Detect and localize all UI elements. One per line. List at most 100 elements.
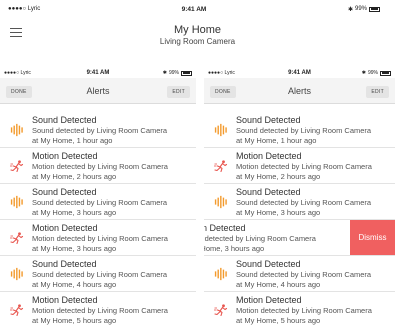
alert-description: Sound detected by Living Room Camera xyxy=(32,198,168,207)
running-person-icon xyxy=(214,160,228,172)
page-title: My Home xyxy=(173,24,222,36)
alerts-navbar: DONE Alerts EDIT xyxy=(204,78,395,104)
alert-title: Motion Detected xyxy=(32,151,98,161)
alert-row[interactable]: Motion DetectedMotion detected by Living… xyxy=(204,148,395,184)
alert-content[interactable]: Sound Detected Sound detected by Living R… xyxy=(0,184,196,219)
battery-percent: 99% xyxy=(354,6,367,12)
running-person-icon xyxy=(10,304,24,316)
alert-content[interactable]: Motion DetectedMotion detected by Living… xyxy=(204,220,339,255)
sound-wave-icon xyxy=(10,195,24,209)
alert-description: Motion detected by Living Room Camera xyxy=(236,306,372,315)
app-header: My Home Living Room Camera xyxy=(0,16,395,56)
status-bar: ●●●●○ Lyric 9:41 AM ✱ 99% xyxy=(208,69,391,77)
alert-description: Sound detected by Living Room Camera xyxy=(32,126,168,135)
alert-row[interactable]: Sound Detected Sound detected by Living R… xyxy=(0,112,196,148)
sound-wave-icon xyxy=(214,123,228,137)
dismiss-button[interactable]: Dismiss xyxy=(350,220,395,255)
running-person-icon xyxy=(10,160,24,172)
edit-button[interactable]: EDIT xyxy=(366,86,389,98)
running-person-icon xyxy=(214,304,228,316)
alert-row[interactable]: Motion DetectedMotion detected by Living… xyxy=(204,292,395,327)
battery-icon xyxy=(369,6,380,12)
alert-content[interactable]: Motion DetectedMotion detected by Living… xyxy=(0,220,196,255)
alert-title: Motion Detected xyxy=(204,223,246,233)
status-bar: ●●●●○ Lyric 9:41 AM ✱ 99% xyxy=(8,4,380,14)
alert-text: Sound Detected Sound detected by Living R… xyxy=(236,187,393,217)
alert-description: Motion detected by Living Room Camera xyxy=(32,234,168,243)
alerts-navbar: DONE Alerts EDIT xyxy=(0,78,196,104)
alert-content[interactable]: Motion DetectedMotion detected by Living… xyxy=(0,148,196,183)
alert-content[interactable]: Motion DetectedMotion detected by Living… xyxy=(0,292,196,327)
bluetooth-icon: ✱ xyxy=(361,70,366,76)
alert-text: Sound Detected Sound detected by Living R… xyxy=(32,187,194,217)
alert-content[interactable]: Sound Detected Sound detected by Living R… xyxy=(0,112,196,147)
clock: 9:41 AM xyxy=(181,5,207,13)
alert-text: Motion DetectedMotion detected by Living… xyxy=(32,151,194,181)
alert-title: Sound Detected xyxy=(32,259,97,269)
status-bar: ●●●●○ Lyric 9:41 AM ✱ 99% xyxy=(4,69,192,77)
alert-row[interactable]: Motion DetectedMotion detected by Living… xyxy=(0,148,196,184)
bluetooth-icon: ✱ xyxy=(162,70,167,76)
alert-time: at My Home, 4 hours ago xyxy=(236,279,321,289)
alert-time: at My Home, 4 hours ago xyxy=(32,279,117,289)
alert-description: Sound detected by Living Room Camera xyxy=(236,198,372,207)
alert-content[interactable]: Sound Detected Sound detected by Living R… xyxy=(204,256,395,291)
page-subtitle: Living Room Camera xyxy=(159,37,236,46)
alert-row[interactable]: Motion DetectedMotion detected by Living… xyxy=(0,292,196,327)
alert-title: Sound Detected xyxy=(32,115,97,125)
alert-row[interactable]: Sound Detected Sound detected by Living R… xyxy=(204,112,395,148)
alert-row[interactable]: Sound Detected Sound detected by Living R… xyxy=(0,256,196,292)
alert-row[interactable]: Sound Detected Sound detected by Living R… xyxy=(204,184,395,220)
alert-time: at My Home, 3 hours ago xyxy=(204,243,265,253)
alert-text: Motion DetectedMotion detected by Living… xyxy=(32,223,194,253)
alerts-screen-left: ●●●●○ Lyric 9:41 AM ✱ 99% DONE Alerts ED… xyxy=(0,66,196,327)
alert-row[interactable]: Motion DetectedMotion detected by Living… xyxy=(204,220,395,256)
alert-list: Sound Detected Sound detected by Living R… xyxy=(204,112,395,327)
alert-time: at My Home, 1 hour ago xyxy=(236,135,317,145)
alert-title: Motion Detected xyxy=(32,295,98,305)
battery-percent: 99% xyxy=(367,70,378,76)
alert-content[interactable]: Motion DetectedMotion detected by Living… xyxy=(204,292,395,327)
alert-title: Motion Detected xyxy=(236,295,302,305)
alerts-screen-right: ●●●●○ Lyric 9:41 AM ✱ 99% DONE Alerts ED… xyxy=(204,66,395,327)
alert-title: Sound Detected xyxy=(236,187,301,197)
alert-title: Sound Detected xyxy=(32,187,97,197)
alert-time: at My Home, 3 hours ago xyxy=(32,207,117,217)
alert-row[interactable]: Sound Detected Sound detected by Living R… xyxy=(0,184,196,220)
alert-title: Sound Detected xyxy=(236,259,301,269)
alert-content[interactable]: Sound Detected Sound detected by Living R… xyxy=(204,112,395,147)
alert-text: Motion DetectedMotion detected by Living… xyxy=(32,295,194,325)
alert-description: Sound detected by Living Room Camera xyxy=(236,126,372,135)
alert-content[interactable]: Sound Detected Sound detected by Living R… xyxy=(0,256,196,291)
battery-icon xyxy=(380,70,391,76)
alert-text: Sound Detected Sound detected by Living R… xyxy=(236,259,393,289)
alert-description: Motion detected by Living Room Camera xyxy=(204,234,316,243)
alert-row[interactable]: Motion DetectedMotion detected by Living… xyxy=(0,220,196,256)
alert-time: at My Home, 1 hour ago xyxy=(32,135,113,145)
alert-text: Motion DetectedMotion detected by Living… xyxy=(204,223,337,253)
alert-time: at My Home, 3 hours ago xyxy=(32,243,117,253)
alert-content[interactable]: Sound Detected Sound detected by Living R… xyxy=(204,184,395,219)
bluetooth-icon: ✱ xyxy=(347,6,353,13)
alert-time: at My Home, 5 hours ago xyxy=(32,315,117,325)
sound-wave-icon xyxy=(10,123,24,137)
edit-button[interactable]: EDIT xyxy=(167,86,190,98)
alert-text: Sound Detected Sound detected by Living R… xyxy=(236,115,393,145)
alert-content[interactable]: Motion DetectedMotion detected by Living… xyxy=(204,148,395,183)
battery-icon xyxy=(181,70,192,76)
running-person-icon xyxy=(10,232,24,244)
alert-row[interactable]: Sound Detected Sound detected by Living R… xyxy=(204,256,395,292)
battery-indicator: ✱ 99% xyxy=(163,70,192,76)
alert-description: Motion detected by Living Room Camera xyxy=(32,306,168,315)
alert-description: Motion detected by Living Room Camera xyxy=(236,162,372,171)
alert-title: Motion Detected xyxy=(32,223,98,233)
alert-title: Motion Detected xyxy=(236,151,302,161)
alert-description: Sound detected by Living Room Camera xyxy=(32,270,168,279)
alert-text: Motion DetectedMotion detected by Living… xyxy=(236,295,393,325)
alert-time: at My Home, 2 hours ago xyxy=(236,171,321,181)
alert-time: at My Home, 2 hours ago xyxy=(32,171,117,181)
alert-text: Sound Detected Sound detected by Living R… xyxy=(32,259,194,289)
alert-list: Sound Detected Sound detected by Living R… xyxy=(0,112,196,327)
alert-description: Motion detected by Living Room Camera xyxy=(32,162,168,171)
sound-wave-icon xyxy=(214,267,228,281)
